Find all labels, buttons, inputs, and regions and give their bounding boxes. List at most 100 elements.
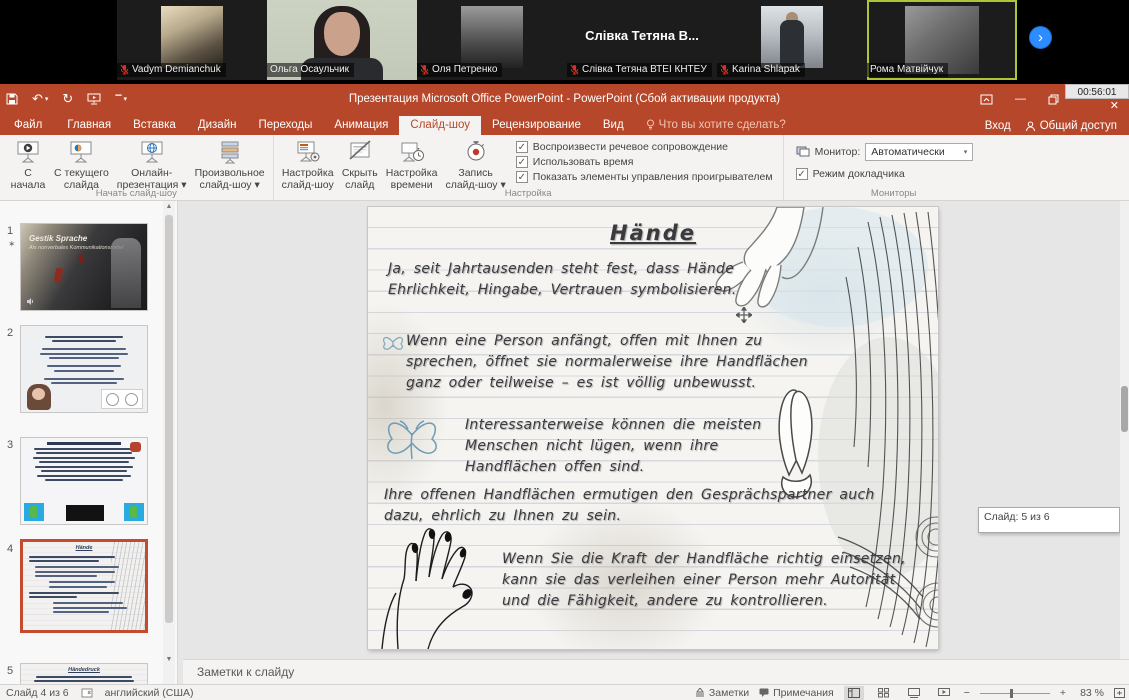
slide-counter: Слайд 4 из 6: [6, 687, 69, 699]
tab-transitions[interactable]: Переходы: [247, 116, 323, 135]
present-online-button[interactable]: Онлайн-презентация ▾: [113, 137, 191, 193]
notes-toggle-button[interactable]: Заметки: [695, 687, 749, 699]
custom-slideshow-button[interactable]: Произвольноеслайд-шоу ▾: [191, 137, 269, 193]
participant-tile-slivka[interactable]: Слівка Тетяна В... Слівка Тетяна ВТЕІ КН…: [567, 0, 717, 80]
video-call-strip: Vadym Demianchuk Ольга Осаульчик Оля Пет…: [0, 0, 1129, 84]
sign-in-button[interactable]: Вход: [985, 120, 1011, 132]
participant-tile-olga[interactable]: Ольга Осаульчик: [267, 0, 417, 80]
slide-thumbnail-5[interactable]: Händedruck: [20, 663, 148, 684]
record-slideshow-button[interactable]: Записьслайд-шоу ▾: [441, 137, 509, 193]
close-button[interactable]: ✕: [1110, 99, 1119, 112]
reading-view-button[interactable]: [904, 686, 924, 700]
redo-button[interactable]: ↻: [62, 91, 73, 107]
share-button[interactable]: Общий доступ: [1025, 120, 1117, 132]
tab-animations[interactable]: Анимация: [323, 116, 399, 135]
reading-view-icon: [908, 688, 920, 698]
thumbnails-scrollbar[interactable]: ▲ ▼: [163, 201, 175, 684]
normal-view-button[interactable]: [844, 686, 864, 700]
slide-thumbnail-2[interactable]: [20, 325, 148, 413]
slideshow-options: ✓ Воспроизвести речевое сопровождение ✓ …: [510, 137, 779, 183]
undo-button[interactable]: ↶▾: [32, 91, 48, 107]
slide-paragraph-1[interactable]: Ja, seit Jahrtausenden steht fest, dass …: [388, 259, 754, 301]
scroll-tooltip: Слайд: 5 из 6: [978, 507, 1120, 533]
ribbon-group-setup: Настройкаслайд-шоу Скрытьслайд Настройка…: [273, 135, 783, 200]
show-media-controls-checkbox[interactable]: ✓ Показать элементы управления проигрыва…: [516, 171, 773, 183]
slide-paragraph-5[interactable]: Wenn Sie die Kraft der Handfläche richti…: [502, 549, 910, 612]
zoom-slider-knob[interactable]: [1010, 689, 1013, 698]
slide-number: 4: [7, 543, 13, 555]
tab-review[interactable]: Рецензирование: [481, 116, 592, 135]
from-current-slide-button[interactable]: С текущегослайда: [50, 137, 113, 193]
hide-slide-icon: [347, 139, 373, 165]
participant-name: Оля Петренко: [432, 64, 497, 75]
slide-thumbnail-1[interactable]: Gestik Sprache Als nonverbales Kommunika…: [20, 223, 148, 311]
setup-slideshow-icon: [295, 139, 321, 165]
comments-toggle-button[interactable]: Примечания: [759, 687, 834, 699]
presenter-view-checkbox[interactable]: ✓ Режим докладчика: [796, 168, 974, 180]
save-button[interactable]: [6, 93, 18, 105]
ribbon-display-options-icon[interactable]: [980, 94, 993, 105]
restore-button[interactable]: [1048, 94, 1059, 105]
slide-title-textbox[interactable]: Hände: [368, 221, 938, 245]
slide-sorter-view-button[interactable]: [874, 686, 894, 700]
zoom-slider[interactable]: [980, 686, 1050, 700]
scroll-down-icon[interactable]: ▼: [163, 654, 175, 666]
slide-paragraph-2[interactable]: Wenn eine Person anfängt, offen mit Ihne…: [406, 331, 818, 394]
rehearse-timings-button[interactable]: Настройкавремени: [382, 137, 442, 193]
next-participants-button[interactable]: ›: [1029, 26, 1052, 49]
group-label: Мониторы: [784, 188, 1004, 199]
slide-number: 5: [7, 665, 13, 677]
zoom-out-button[interactable]: −: [964, 687, 970, 699]
slide-paragraph-4[interactable]: Ihre offenen Handflächen ermutigen den G…: [384, 485, 918, 527]
tab-view[interactable]: Вид: [592, 116, 635, 135]
tab-slideshow[interactable]: Слайд-шоу: [399, 116, 481, 135]
customize-qat-button[interactable]: ▔▾: [115, 95, 127, 104]
zoom-percentage[interactable]: 83 %: [1076, 687, 1104, 699]
display-settings-icon[interactable]: [81, 688, 93, 698]
setup-slideshow-button[interactable]: Настройкаслайд-шоу: [278, 137, 338, 193]
participant-name-row: Karina Shlapak: [717, 63, 805, 77]
participant-center-name: Слівка Тетяна В...: [567, 28, 717, 43]
person-icon: [1025, 121, 1036, 132]
use-timings-checkbox[interactable]: ✓ Использовать время: [516, 156, 773, 168]
checkbox-label: Использовать время: [533, 156, 634, 168]
slide-canvas[interactable]: Hände Ja, seit Jahrtausenden steht fest,…: [368, 207, 938, 649]
move-cursor-icon: [736, 307, 752, 323]
slideshow-icon: [87, 93, 101, 105]
tab-insert[interactable]: Вставка: [122, 116, 187, 135]
participant-tile-olia[interactable]: Оля Петренко: [417, 0, 567, 80]
tab-design[interactable]: Дизайн: [187, 116, 248, 135]
participant-tile-vadym[interactable]: Vadym Demianchuk: [117, 0, 267, 80]
start-slideshow-qat-button[interactable]: [87, 93, 101, 105]
save-icon: [6, 93, 18, 105]
group-label: Настройка: [274, 188, 783, 199]
notes-panel[interactable]: Заметки к слайду: [183, 659, 1129, 684]
fit-to-window-icon[interactable]: [1114, 688, 1125, 698]
scrollbar-thumb[interactable]: [165, 215, 173, 623]
participant-tile-karina[interactable]: Karina Shlapak: [717, 0, 867, 80]
participant-name: Karina Shlapak: [732, 64, 800, 75]
monitor-select[interactable]: Автоматически ▾: [865, 143, 973, 161]
ribbon-group-monitors: Монитор: Автоматически ▾ ✓ Режим докладч…: [783, 135, 1129, 200]
comment-icon: [759, 688, 769, 697]
tab-file[interactable]: Файл: [0, 116, 56, 135]
slideshow-view-button[interactable]: [934, 686, 954, 700]
slide-paragraph-3[interactable]: Interessanterweise können die meisten Me…: [465, 415, 773, 478]
scrollbar-thumb[interactable]: [1121, 386, 1128, 432]
from-beginning-button[interactable]: Сначала: [6, 137, 50, 193]
slide-thumbnail-4-selected[interactable]: Hände: [20, 539, 148, 633]
participant-tile-roma[interactable]: Рома Матвійчук: [867, 0, 1017, 80]
ribbon-group-start-slideshow: Сначала С текущегослайда Онлайн-презента…: [0, 135, 273, 200]
minimize-button[interactable]: —: [1015, 93, 1026, 105]
editor-scrollbar[interactable]: [1120, 201, 1129, 659]
slide-thumbnail-3[interactable]: [20, 437, 148, 525]
tab-home[interactable]: Главная: [56, 116, 122, 135]
language-indicator[interactable]: английский (США): [105, 687, 194, 699]
zoom-in-button[interactable]: +: [1060, 687, 1066, 699]
scroll-up-icon[interactable]: ▲: [163, 201, 175, 213]
hide-slide-button[interactable]: Скрытьслайд: [338, 137, 382, 193]
participant-name-row: Ольга Осаульчик: [267, 63, 354, 77]
customize-dropdown-icon: ▾: [123, 95, 127, 103]
play-narrations-checkbox[interactable]: ✓ Воспроизвести речевое сопровождение: [516, 141, 773, 153]
tab-tell-me[interactable]: Что вы хотите сделать?: [635, 116, 797, 135]
